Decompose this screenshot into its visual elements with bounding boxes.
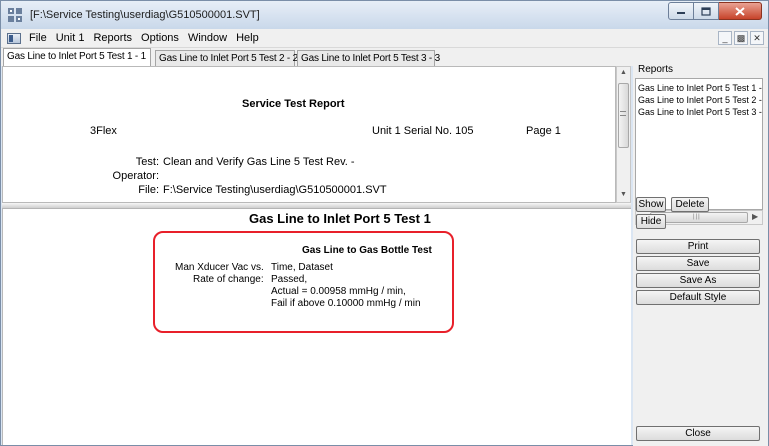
unit-serial: Unit 1 Serial No. 105 <box>372 125 474 137</box>
mdi-restore-button[interactable]: ▩ <box>734 31 748 45</box>
menu-bar: File Unit 1 Reports Options Window Help … <box>1 29 768 48</box>
mdi-controls: _ ▩ ✕ <box>718 31 764 45</box>
reports-side-panel: Reports Gas Line to Inlet Port 5 Test 1 … <box>633 48 768 446</box>
report-header-pane: Service Test Report 3Flex Unit 1 Serial … <box>2 66 616 203</box>
menu-window[interactable]: Window <box>188 32 227 44</box>
app-icon <box>8 8 22 22</box>
xducer-label: Man Xducer Vac vs. <box>175 262 264 273</box>
list-item[interactable]: Gas Line to Inlet Port 5 Test 1 - <box>636 82 762 94</box>
list-item[interactable]: Gas Line to Inlet Port 5 Test 2 - <box>636 94 762 106</box>
hide-button[interactable]: Hide <box>636 214 666 229</box>
test-value: Clean and Verify Gas Line 5 Test Rev. - <box>163 156 355 168</box>
operator-label: Operator: <box>112 170 159 182</box>
tab-strip: Gas Line to Inlet Port 5 Test 1 - 1 Gas … <box>1 48 633 66</box>
xducer-value: Time, Dataset <box>271 262 333 273</box>
default-style-button[interactable]: Default Style <box>636 290 760 305</box>
tab-test-1[interactable]: Gas Line to Inlet Port 5 Test 1 - 1 <box>3 48 151 66</box>
maximize-icon <box>701 6 711 16</box>
window-title: [F:\Service Testing\userdiag\G510500001.… <box>30 9 260 21</box>
rate-status: Passed, <box>271 274 308 285</box>
menu-file[interactable]: File <box>29 32 47 44</box>
close-icon <box>735 6 745 16</box>
show-button[interactable]: Show <box>636 197 666 212</box>
maximize-button[interactable] <box>694 2 719 20</box>
save-button[interactable]: Save <box>636 256 760 271</box>
menu-reports[interactable]: Reports <box>93 32 132 44</box>
close-button[interactable]: Close <box>636 426 760 441</box>
minimize-button[interactable] <box>668 2 694 20</box>
scroll-up-icon[interactable]: ▲ <box>620 69 627 76</box>
test-heading: Gas Line to Inlet Port 5 Test 1 <box>249 211 431 226</box>
header-vertical-scrollbar[interactable]: ▲ ▼ <box>616 66 631 203</box>
report-body-pane: Gas Line to Inlet Port 5 Test 1 Gas Line… <box>2 209 631 445</box>
fail-threshold: Fail if above 0.10000 mmHg / min <box>271 298 421 309</box>
page-number: Page 1 <box>526 125 561 137</box>
reports-panel-title: Reports <box>638 64 674 75</box>
minimize-icon <box>677 12 685 14</box>
save-as-button[interactable]: Save As <box>636 273 760 288</box>
title-bar: [F:\Service Testing\userdiag\G510500001.… <box>1 1 768 29</box>
menu-help[interactable]: Help <box>236 32 259 44</box>
actual-rate: Actual = 0.00958 mmHg / min, <box>271 286 406 297</box>
menu-options[interactable]: Options <box>141 32 179 44</box>
print-button[interactable]: Print <box>636 239 760 254</box>
document-menu-icon[interactable] <box>7 32 21 44</box>
scroll-down-icon[interactable]: ▼ <box>620 191 627 198</box>
delete-button[interactable]: Delete <box>671 197 709 212</box>
instrument-name: 3Flex <box>90 125 117 137</box>
menu-unit1[interactable]: Unit 1 <box>56 32 85 44</box>
test-label: Test: <box>135 156 159 168</box>
tab-test-3[interactable]: Gas Line to Inlet Port 5 Test 3 - 3 <box>297 50 440 66</box>
mdi-close-button[interactable]: ✕ <box>750 31 764 45</box>
file-value: F:\Service Testing\userdiag\G510500001.S… <box>163 184 387 196</box>
scroll-grip-icon <box>620 111 626 116</box>
app-window: [F:\Service Testing\userdiag\G510500001.… <box>0 0 769 446</box>
test-subheading: Gas Line to Gas Bottle Test <box>302 245 432 256</box>
mdi-minimize-button[interactable]: _ <box>718 31 732 45</box>
list-item[interactable]: Gas Line to Inlet Port 5 Test 3 - <box>636 106 762 118</box>
hscroll-grip-icon: ||| <box>693 214 701 220</box>
tab-test-2[interactable]: Gas Line to Inlet Port 5 Test 2 - 2 <box>155 50 298 66</box>
reports-list[interactable]: Gas Line to Inlet Port 5 Test 1 - Gas Li… <box>635 78 763 210</box>
scroll-right-icon[interactable]: ▶ <box>752 212 758 221</box>
rate-label: Rate of change: <box>193 274 264 285</box>
file-label: File: <box>138 184 159 196</box>
window-controls <box>668 2 762 20</box>
close-window-button[interactable] <box>719 2 762 20</box>
report-title: Service Test Report <box>242 98 345 110</box>
